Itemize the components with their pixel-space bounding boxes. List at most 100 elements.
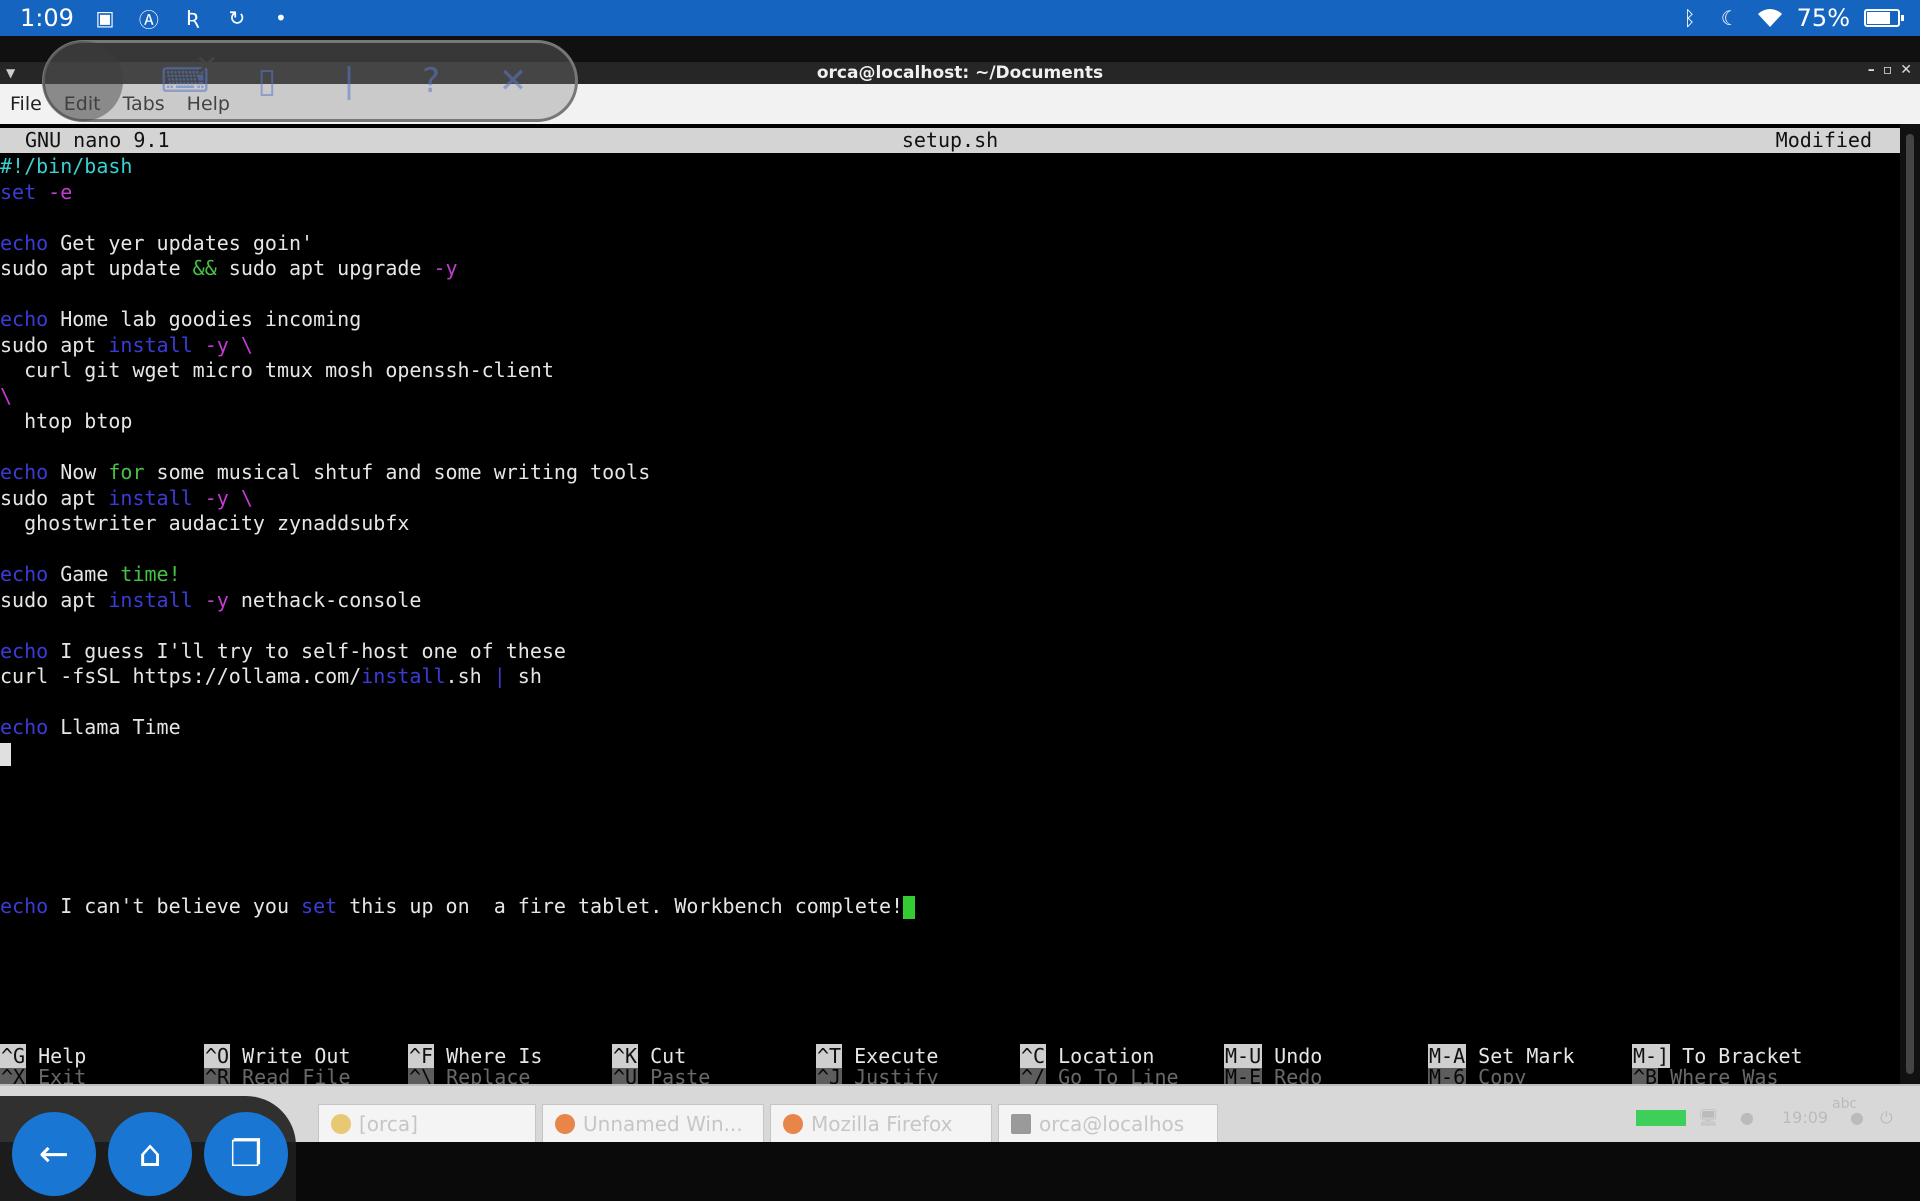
code-line: \ [0, 384, 1900, 410]
recents-button[interactable]: ❐ [204, 1112, 288, 1196]
shortcut-help[interactable]: ^G Help ^X Exit [0, 1044, 200, 1086]
back-arrow-icon: ← [38, 1133, 70, 1175]
code-token: Home lab goodies incoming [48, 307, 362, 331]
power-tray-icon[interactable]: ⏻ [1880, 1108, 1893, 1128]
battery-icon [1864, 9, 1904, 27]
shortcut-label: Justify [854, 1065, 939, 1085]
task-unnamed-window[interactable]: Unnamed Win... [542, 1104, 764, 1144]
network-tray-icon[interactable]: 🖥 [1698, 1108, 1718, 1127]
shortcut-key: ^B [1632, 1065, 1659, 1085]
nano-header: GNU nano 9.1 setup.sh Modified [0, 128, 1900, 153]
code-token: .sh [445, 664, 494, 688]
shortcut-write-out[interactable]: ^O Write Out ^R Read File [204, 1044, 404, 1086]
close-toolbar-icon[interactable]: ✕ [493, 61, 533, 101]
task-label: orca@localhos [1039, 1112, 1185, 1136]
battery-percent: 75% [1796, 4, 1850, 32]
shortcut-key: ^/ [1020, 1065, 1047, 1085]
shortcut-label: Replace [446, 1065, 531, 1085]
task-terminal[interactable]: orca@localhos [998, 1104, 1218, 1144]
shortcut-label: Paste [650, 1065, 711, 1085]
shortcut-label: Go To Line [1058, 1065, 1179, 1085]
editor-buffer[interactable]: #!/bin/bash set -e echo Get yer updates … [0, 154, 1900, 919]
code-line: sudo apt install -y \ [0, 333, 1900, 359]
code-line: curl -fsSL https://ollama.com/install.sh… [0, 664, 1900, 690]
code-line: echo Now for some musical shtuf and some… [0, 460, 1900, 486]
firefox-icon [555, 1114, 575, 1134]
code-line: curl git wget micro tmux mosh openssh-cl… [0, 358, 1900, 384]
task-orca-folder[interactable]: [orca] [318, 1104, 536, 1144]
shortcut-key: M-6 [1428, 1065, 1467, 1085]
shortcut-cut[interactable]: ^K Cut ^U Paste [612, 1044, 812, 1086]
code-line: sudo apt install -y \ [0, 486, 1900, 512]
code-token: htop btop [0, 409, 133, 433]
menu-file[interactable]: File [10, 93, 42, 115]
firefox-icon [783, 1114, 803, 1134]
shortcut-undo[interactable]: M-U Undo M-E Redo [1224, 1044, 1424, 1086]
terminal-icon [1011, 1114, 1031, 1134]
code-token: Llama Time [48, 715, 181, 739]
task-firefox[interactable]: Mozilla Firefox [770, 1104, 992, 1144]
bluetooth-icon: ᛒ [1683, 6, 1696, 30]
text-cursor [0, 742, 11, 766]
wifi-icon [1757, 5, 1783, 31]
home-button[interactable]: ⌂ [108, 1112, 192, 1196]
shortcut-key: ^\ [408, 1065, 435, 1085]
code-token: time! [120, 562, 181, 586]
code-token: set [0, 179, 37, 204]
image-icon: ▣ [95, 6, 115, 30]
code-line: echo I can't believe you set this up on … [0, 894, 1900, 920]
shortcut-set-mark[interactable]: M-A Set Mark M-6 Copy [1428, 1044, 1628, 1086]
code-token: \ [228, 332, 253, 357]
mouse-icon[interactable]: ▯ [247, 61, 287, 101]
code-token: && [192, 256, 217, 280]
move-handle-icon[interactable] [43, 41, 123, 121]
close-icon[interactable]: ✕ [1900, 62, 1912, 78]
code-token: #!/bin/bash [0, 154, 133, 178]
window-menu-icon[interactable]: ▼ [6, 66, 15, 80]
shortcut-location[interactable]: ^C Location ^/ Go To Line [1020, 1044, 1220, 1086]
code-token: echo [0, 715, 49, 739]
code-token: curl -fsSL https://ollama.com/ [0, 664, 362, 688]
back-button[interactable]: ← [12, 1112, 96, 1196]
shortcut-where-is[interactable]: ^F Where Is ^\ Replace [408, 1044, 608, 1086]
dot-icon: • [275, 6, 287, 30]
taskbar-clock[interactable]: 19:09 [1782, 1108, 1828, 1127]
nano-filename: setup.sh [901, 128, 999, 152]
code-token: sudo apt update [0, 256, 193, 280]
code-token: Get yer updates goin' [48, 230, 314, 255]
shortcut-key: ^R [204, 1065, 231, 1085]
terminal-scrollbar[interactable] [1900, 124, 1920, 1084]
code-token: -e [36, 179, 73, 204]
help-icon[interactable]: ? [411, 61, 451, 101]
code-line [0, 741, 1900, 767]
dismiss-icon[interactable]: ✕ [195, 49, 218, 82]
minimize-icon[interactable]: – [1868, 62, 1875, 78]
shortcut-label: Exit [38, 1065, 87, 1085]
shortcut-label: Copy [1478, 1065, 1527, 1085]
code-token: | [493, 664, 506, 688]
a-app-icon: Ⓐ [138, 7, 159, 32]
shortcut-execute[interactable]: ^T Execute ^J Justify [816, 1044, 1016, 1086]
code-line: ghostwriter audacity zynaddsubfx [0, 511, 1900, 537]
code-token: I can't believe you [48, 893, 302, 918]
code-token: install [108, 332, 193, 357]
shortcut-to-bracket[interactable]: M-] To Bracket ^B Where Was [1632, 1044, 1832, 1086]
user-tray-icon[interactable]: ● [1850, 1108, 1864, 1127]
terminal-area[interactable]: GNU nano 9.1 setup.sh Modified #!/bin/ba… [0, 124, 1900, 1086]
code-token: \ [0, 383, 13, 408]
code-token: sudo apt [0, 332, 109, 357]
status-time: 1:09 [20, 4, 74, 32]
recents-icon: ❐ [229, 1133, 263, 1175]
code-token: install [108, 485, 193, 510]
maximize-icon[interactable]: ▫ [1883, 62, 1893, 78]
code-token: echo [0, 562, 49, 586]
scrollbar-track[interactable] [1906, 134, 1914, 1074]
floating-toolbar: ⌨ ▯ | ? ✕ ✕ [42, 40, 578, 122]
cursor-icon[interactable]: | [329, 61, 369, 101]
shortcut-label: Read File [242, 1065, 351, 1085]
